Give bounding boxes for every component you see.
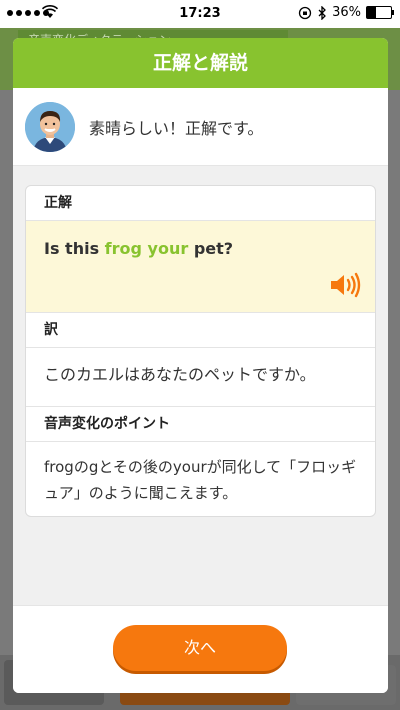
explanation-content: 正解 Is this frog your pet? 訳 このカエルはあなたのペッ… (13, 166, 388, 625)
next-button[interactable]: 次へ (113, 625, 287, 671)
answer-heading: 正解 (26, 186, 375, 221)
point-text: frogのgとその後のyourが同化して「フロッギュア」のように聞こえます。 (44, 458, 357, 502)
status-bar: 17:23 36% (0, 0, 400, 28)
modal-title: 正解と解説 (13, 38, 388, 88)
translation-heading: 訳 (26, 313, 375, 348)
answer-sentence: Is this frog your pet? (44, 239, 233, 258)
battery-icon (366, 6, 394, 19)
answer-explanation-modal: 正解と解説 素晴らしい！正解です。 正解 Is this frog your p… (13, 38, 388, 693)
point-heading: 音声変化のポイント (26, 407, 375, 442)
speaker-icon[interactable] (329, 271, 361, 299)
orientation-lock-icon (298, 6, 312, 19)
answer-panel: Is this frog your pet? (26, 221, 375, 313)
translation-text: このカエルはあなたのペットですか。 (26, 348, 375, 407)
explanation-card: 正解 Is this frog your pet? 訳 このカエルはあなたのペッ… (25, 185, 376, 517)
answer-sentence-highlight: frog your (104, 239, 189, 258)
answer-sentence-after: pet? (188, 239, 234, 258)
battery-percent: 36% (332, 5, 361, 20)
answer-sentence-before: Is this (44, 239, 105, 258)
modal-footer: 次へ (13, 605, 388, 693)
feedback-message: 素晴らしい！正解です。 (89, 118, 264, 138)
bluetooth-icon (318, 5, 327, 20)
teacher-avatar (25, 101, 75, 152)
feedback-row: 素晴らしい！正解です。 (13, 88, 388, 166)
